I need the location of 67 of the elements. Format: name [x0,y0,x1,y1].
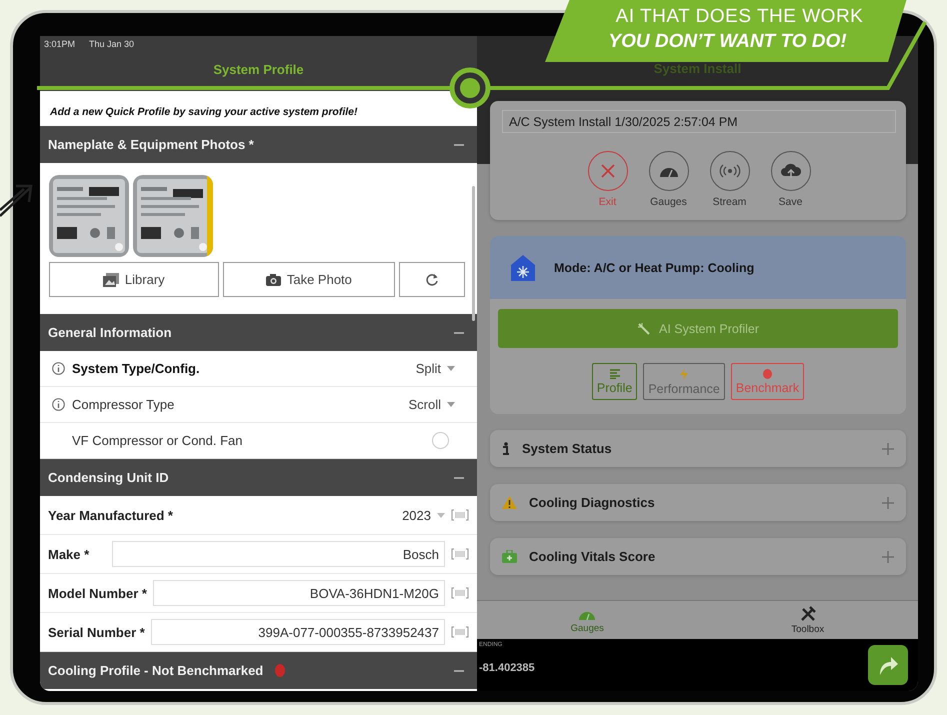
input-field[interactable]: BOVA-36HDN1-M20G [152,580,445,606]
barcode-scan-icon[interactable] [451,548,469,560]
caret-icon [447,402,455,407]
section-title: Cooling Profile - Not Benchmarked [48,663,264,678]
mode-label: Mode: A/C or Heat Pump: Cooling [554,260,754,274]
field-label: Year Manufactured * [48,508,173,522]
notice-text: Add a new Quick Profile by saving your active system profile! [49,104,359,120]
status-date: Thu Jan 30 [89,39,134,49]
field-label: Model Number * [48,586,147,600]
banner-text: YOU DON’T WANT TO DO! [608,31,847,53]
camera-icon [266,274,281,286]
dropdown[interactable]: Split [416,361,455,376]
collapsible-section[interactable]: System Status [490,430,906,467]
house-snowflake-icon [510,254,536,282]
barcode-scan-icon[interactable] [451,626,469,638]
info-icon[interactable] [52,362,65,375]
list-icon [610,369,620,379]
dropdown[interactable]: 2023 [179,508,445,522]
dropdown[interactable]: Scroll [408,397,455,412]
radio-button[interactable] [432,432,449,449]
gallery-icon [102,272,119,286]
banner-text: AI THAT DOES THE WORK [614,6,864,28]
section-title: Cooling Vitals Score [529,549,656,564]
medkit-icon [502,550,517,563]
library-button[interactable]: Library [49,262,219,297]
dot-icon [762,369,772,379]
wand-icon [636,322,651,336]
section-title: Cooling Diagnostics [529,495,656,510]
field-label: System Type/Config. [72,361,201,376]
cloud-upload-icon [780,163,802,179]
section-header[interactable]: Nameplate & Equipment Photos * [40,126,477,163]
warning-icon [502,496,517,509]
take-photo-button[interactable]: Take Photo [222,262,396,297]
caret-icon [447,366,455,371]
status-time: 3:01PM [44,39,76,49]
field-label: Serial Number * [48,624,145,640]
refresh-button[interactable] [399,262,465,297]
section-header[interactable]: Cooling Profile - Not Benchmarked [40,652,477,689]
toolbox-tab[interactable]: Toolbox [698,601,918,639]
coordinate-text: -81.402385 [479,662,535,674]
input-field[interactable]: Bosch [112,541,445,567]
info-icon [502,442,510,456]
session-name-field[interactable]: A/C System Install 1/30/2025 2:57:04 PM [502,110,896,133]
collapsible-section[interactable]: Cooling Vitals Score [490,538,906,575]
caret-icon [437,512,445,518]
field-label: Compressor Type [72,397,176,412]
section-title: General Information [48,325,172,340]
input-field[interactable]: 399A-077-000355-8733952437 [150,619,445,645]
section-title: System Status [522,441,613,456]
section-title: Condensing Unit ID [48,470,169,485]
section-title: Nameplate & Equipment Photos * [48,137,254,152]
tools-icon [800,606,816,622]
arrow-icon [877,654,899,676]
info-icon[interactable] [52,398,65,411]
collapsible-section[interactable]: Cooling Diagnostics [490,484,906,521]
section-header[interactable]: Condensing Unit ID [40,459,477,496]
refresh-icon [425,272,440,286]
close-icon [600,163,616,179]
field-label: VF Compressor or Cond. Fan [72,433,244,448]
section-header[interactable]: General Information [40,314,477,351]
share-button[interactable] [868,645,908,685]
barcode-scan-icon[interactable] [451,509,469,521]
broadcast-icon [718,164,740,178]
field-label: Make * [48,546,90,562]
bolt-icon [680,369,688,380]
barcode-scan-icon[interactable] [451,587,469,599]
panel-title: System Profile [212,62,305,77]
